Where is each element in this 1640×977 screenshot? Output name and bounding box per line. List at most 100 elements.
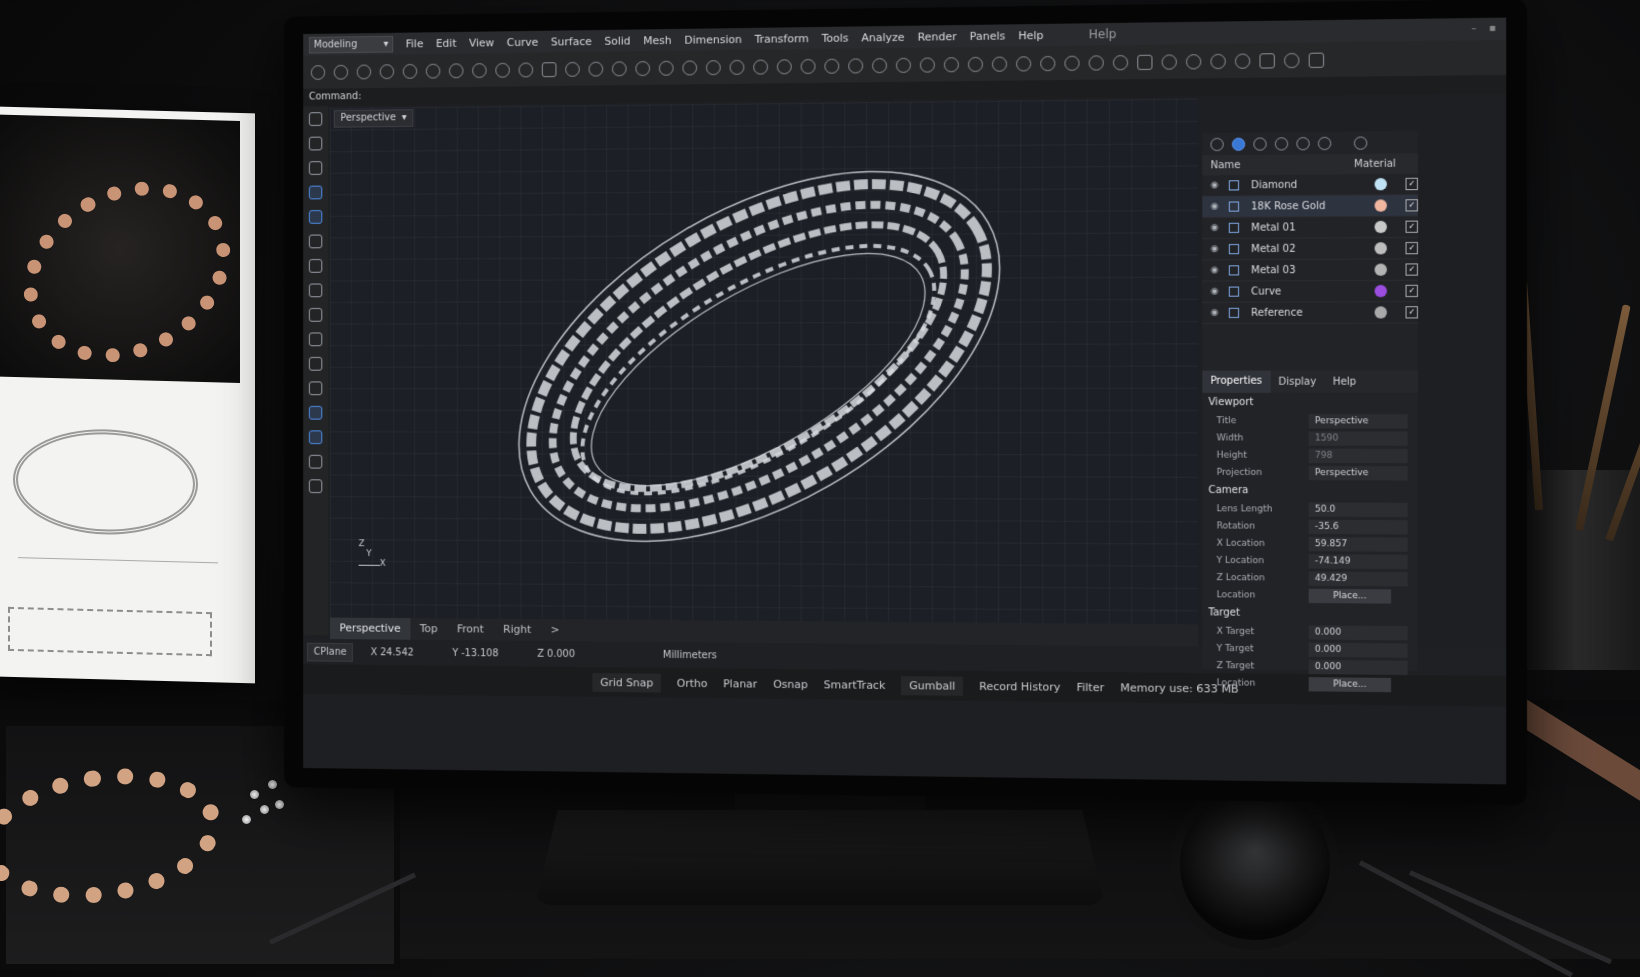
- layer-row[interactable]: ◉ Diamond ✓: [1202, 173, 1418, 197]
- menu-dimension[interactable]: Dimension: [684, 33, 742, 47]
- layer-checkbox[interactable]: ✓: [1405, 263, 1418, 276]
- helix-tool-icon[interactable]: [495, 62, 510, 78]
- transform-icon[interactable]: [308, 332, 323, 347]
- layer-row[interactable]: ◉ Metal 03 ✓: [1202, 259, 1418, 282]
- osnap-toggle[interactable]: Osnap: [773, 677, 808, 690]
- property-value[interactable]: 49.429: [1308, 571, 1408, 586]
- layer-checkbox[interactable]: ✓: [1405, 177, 1418, 191]
- tab-help[interactable]: Help: [1325, 376, 1365, 387]
- tab-display[interactable]: Display: [1270, 376, 1324, 387]
- mirror-tool-icon[interactable]: [1040, 55, 1056, 71]
- bezel-tool-icon[interactable]: [1186, 53, 1202, 69]
- layer-checkbox[interactable]: ✓: [1405, 199, 1418, 212]
- surface-icon[interactable]: [308, 259, 323, 273]
- property-value[interactable]: 0.000: [1308, 624, 1408, 640]
- workspace-dropdown[interactable]: Modeling ▾: [308, 35, 394, 54]
- cplane-button[interactable]: CPlane: [307, 642, 354, 662]
- select-tool-icon[interactable]: [310, 64, 326, 80]
- ortho-toggle[interactable]: Ortho: [677, 676, 708, 689]
- display-panel-icon[interactable]: [1274, 136, 1289, 151]
- sphere-tool-icon[interactable]: [824, 58, 840, 74]
- boolean-union-icon[interactable]: [943, 56, 959, 72]
- edit-points-icon[interactable]: [308, 356, 323, 371]
- tab-top[interactable]: Top: [410, 618, 447, 640]
- gem-tool-icon[interactable]: [1137, 54, 1153, 70]
- eye-icon[interactable]: ◉: [1210, 244, 1220, 254]
- record-history-toggle[interactable]: Record History: [979, 679, 1060, 693]
- menu-tools[interactable]: Tools: [822, 31, 849, 44]
- eye-icon[interactable]: ◉: [1210, 308, 1220, 318]
- menu-analyze[interactable]: Analyze: [861, 30, 904, 44]
- eye-icon[interactable]: ◉: [1210, 287, 1220, 297]
- eye-icon[interactable]: ◉: [1210, 180, 1220, 190]
- extrude-tool-icon[interactable]: [635, 60, 651, 76]
- eye-icon[interactable]: ◉: [1210, 265, 1220, 275]
- ring-icon[interactable]: [308, 430, 323, 445]
- filter-toggle[interactable]: Filter: [1077, 680, 1105, 693]
- menu-transform[interactable]: Transform: [755, 32, 809, 46]
- blend-tool-icon[interactable]: [705, 59, 721, 75]
- panel-options-icon[interactable]: [1353, 135, 1368, 150]
- bracelet-wireframe-model[interactable]: [330, 99, 1198, 625]
- menu-render[interactable]: Render: [918, 30, 957, 44]
- split-tool-icon[interactable]: [800, 58, 816, 74]
- rotate-tool-icon[interactable]: [1064, 55, 1080, 71]
- menu-file[interactable]: File: [406, 37, 424, 50]
- gumball-toggle[interactable]: Gumball: [901, 675, 964, 696]
- point-tool-icon[interactable]: [333, 64, 349, 80]
- layer-checkbox[interactable]: ✓: [1405, 306, 1418, 319]
- analyze-icon[interactable]: [308, 381, 323, 396]
- sweep-tool-icon[interactable]: [565, 61, 580, 77]
- layer-checkbox[interactable]: ✓: [1405, 220, 1418, 233]
- menu-mesh[interactable]: Mesh: [643, 33, 671, 46]
- circle-icon[interactable]: [308, 210, 323, 224]
- torus-tool-icon[interactable]: [919, 56, 935, 73]
- material-column-header[interactable]: Material: [1354, 158, 1396, 170]
- layer-row[interactable]: ◉ Reference ✓: [1202, 302, 1418, 325]
- box-tool-icon[interactable]: [848, 57, 864, 74]
- spiral-tool-icon[interactable]: [472, 62, 487, 78]
- surface-tool-icon[interactable]: [541, 61, 557, 77]
- materials-panel-icon[interactable]: [1231, 137, 1246, 151]
- boolean-intersect-icon[interactable]: [991, 56, 1008, 72]
- menu-solid[interactable]: Solid: [604, 34, 630, 47]
- property-value[interactable]: 50.0: [1308, 501, 1408, 517]
- render-tool-icon[interactable]: [1259, 52, 1275, 69]
- solid-icon[interactable]: [308, 283, 323, 298]
- material-swatch[interactable]: [1374, 263, 1388, 276]
- camera-place-button[interactable]: Place...: [1308, 588, 1392, 604]
- menu-panels[interactable]: Panels: [970, 29, 1006, 43]
- tab-more-icon[interactable]: >: [541, 619, 569, 641]
- menu-curve[interactable]: Curve: [507, 35, 538, 48]
- layer-row[interactable]: ◉ Metal 01 ✓: [1202, 216, 1418, 240]
- select-icon[interactable]: [308, 112, 323, 126]
- material-swatch[interactable]: [1374, 306, 1388, 319]
- layer-row[interactable]: ◉ 18K Rose Gold ✓: [1202, 195, 1418, 218]
- layer-checkbox[interactable]: ✓: [1405, 241, 1418, 255]
- layer-checkbox[interactable]: ✓: [1405, 284, 1418, 298]
- environment-panel-icon[interactable]: [1317, 136, 1332, 150]
- render-icon[interactable]: [308, 479, 323, 494]
- tab-front[interactable]: Front: [447, 618, 493, 640]
- properties-panel-icon[interactable]: [1253, 136, 1267, 151]
- settings-tool-icon[interactable]: [1308, 52, 1325, 68]
- boolean-difference-icon[interactable]: [967, 56, 983, 72]
- material-swatch[interactable]: [1374, 242, 1388, 255]
- revolve-tool-icon[interactable]: [611, 60, 627, 76]
- array-tool-icon[interactable]: [1016, 55, 1032, 72]
- layers-panel-icon[interactable]: [1210, 137, 1224, 151]
- arc-tool-icon[interactable]: [379, 63, 395, 79]
- material-swatch[interactable]: [1374, 178, 1388, 191]
- eye-icon[interactable]: ◉: [1210, 202, 1220, 212]
- property-value[interactable]: 0.000: [1308, 659, 1408, 675]
- trim-tool-icon[interactable]: [776, 58, 792, 74]
- eye-icon[interactable]: ◉: [1210, 223, 1220, 233]
- freeform-tool-icon[interactable]: [448, 62, 464, 78]
- ring-tool-icon[interactable]: [1234, 52, 1251, 69]
- arc-icon[interactable]: [308, 234, 323, 249]
- dimension-icon[interactable]: [308, 454, 323, 469]
- menu-edit[interactable]: Edit: [436, 36, 457, 49]
- line-icon[interactable]: [308, 161, 323, 175]
- cylinder-tool-icon[interactable]: [872, 57, 888, 73]
- pave-tool-icon[interactable]: [1210, 53, 1226, 69]
